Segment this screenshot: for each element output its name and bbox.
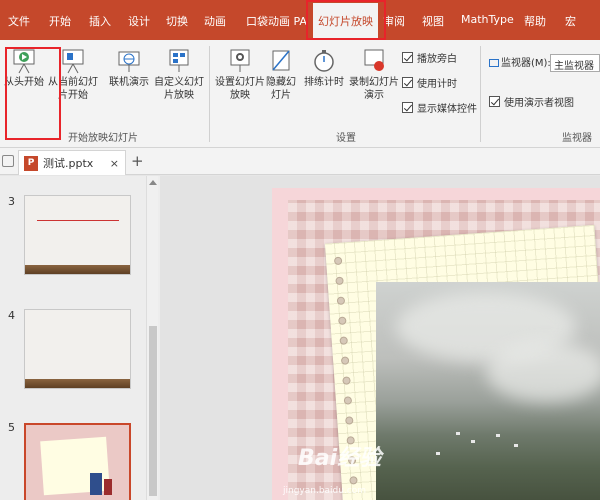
paper-hole: [349, 476, 358, 485]
group-label-monitors: 监视器: [562, 133, 592, 144]
highlight-box-tab: [306, 0, 386, 40]
slide-thumbnail[interactable]: [24, 195, 131, 275]
paper-hole: [345, 416, 354, 425]
paper-hole: [343, 396, 353, 405]
custom-show-icon: [166, 48, 192, 74]
document-filename: 测试.pptx: [43, 157, 94, 170]
presenter-view-checkbox[interactable]: 使用演示者视图: [489, 94, 574, 109]
slide-floor: [25, 265, 130, 274]
paper-hole: [336, 296, 346, 306]
hide-slide-icon: [268, 48, 294, 74]
checkbox-checked-icon: [402, 77, 413, 88]
village-house: [496, 434, 500, 437]
tab-help[interactable]: 帮助: [524, 13, 546, 29]
slide-number: 4: [8, 309, 15, 322]
thumbnail-scrollbar[interactable]: [146, 176, 158, 500]
slide-thumbnail[interactable]: [24, 309, 131, 389]
document-tab[interactable]: P 测试.pptx ×: [18, 150, 126, 175]
group-divider: [209, 46, 210, 142]
checkbox-checked-icon: [402, 102, 413, 113]
document-tab-row: P 测试.pptx × +: [0, 148, 600, 175]
slide-number: 5: [8, 421, 15, 434]
use-timings-checkbox[interactable]: 使用计时: [402, 75, 457, 90]
checkbox-checked-icon: [402, 52, 413, 63]
pptx-file-icon: P: [24, 155, 38, 171]
group-label-start: 开始放映幻灯片: [68, 133, 138, 144]
paper-hole: [338, 316, 347, 325]
tab-mathtype[interactable]: MathType: [461, 13, 514, 26]
village-house: [436, 452, 440, 455]
tab-design[interactable]: 设计: [128, 13, 150, 29]
slide-floor: [25, 379, 130, 388]
custom-slideshow-button[interactable]: 自定义幻灯片放映: [150, 48, 208, 102]
baidu-jingyan-watermark: Bai经验: [298, 440, 381, 472]
close-icon[interactable]: ×: [110, 157, 119, 170]
rehearse-timings-button[interactable]: 排练计时: [304, 48, 344, 89]
ribbon-tab-bar: 文件 开始 插入 设计 切换 动画 口袋动画 PA 幻灯片放映 审阅 视图 Ma…: [0, 0, 600, 40]
village-house: [514, 444, 518, 447]
scroll-up-icon[interactable]: [149, 180, 157, 185]
group-label-setup: 设置: [336, 133, 356, 144]
slides-pane-icon[interactable]: [2, 155, 14, 167]
hide-slide-button[interactable]: 隐藏幻灯片: [266, 48, 296, 102]
setup-show-icon: [227, 48, 253, 74]
paper-hole: [342, 376, 351, 385]
slide-number: 3: [8, 195, 15, 208]
village-house: [456, 432, 460, 435]
tab-review[interactable]: 审阅: [383, 13, 405, 29]
paper-hole: [335, 276, 344, 286]
watermark-logo: Bai经验: [298, 446, 382, 471]
tab-pocket-animation[interactable]: 口袋动画 PA: [246, 13, 307, 29]
tab-home[interactable]: 开始: [49, 13, 71, 29]
setup-slideshow-button[interactable]: 设置幻灯片放映: [215, 48, 265, 102]
new-tab-button[interactable]: +: [131, 152, 144, 170]
slide-thumbnail-pane: 3 4 5: [0, 176, 160, 500]
paper-hole: [339, 336, 348, 345]
checkbox-checked-icon: [489, 96, 500, 107]
online-present-button[interactable]: 联机演示: [104, 48, 154, 89]
watermark-url: jingyan.baidu.com: [283, 486, 367, 496]
play-from-current-icon: [60, 48, 86, 74]
group-divider: [480, 46, 481, 142]
paper-hole: [333, 256, 343, 266]
tab-transitions[interactable]: 切换: [166, 13, 188, 29]
highlight-box-from-beginning: [5, 47, 61, 140]
tab-file[interactable]: 文件: [8, 13, 30, 29]
record-icon: [361, 48, 387, 74]
tab-macro[interactable]: 宏: [565, 13, 576, 29]
slide-books: [104, 479, 112, 495]
monitor-icon: [489, 59, 499, 67]
stopwatch-icon: [311, 48, 337, 74]
scrollbar-thumb[interactable]: [149, 326, 157, 496]
globe-icon: [116, 48, 142, 74]
paper-hole: [340, 356, 350, 365]
tab-view[interactable]: 视图: [422, 13, 444, 29]
village-house: [471, 440, 475, 443]
monitor-select[interactable]: 主监视器: [550, 54, 600, 72]
slide-books: [90, 473, 102, 495]
monitor-label: 监视器(M):: [489, 57, 551, 70]
misty-mountain-photo[interactable]: [376, 282, 600, 500]
tab-insert[interactable]: 插入: [89, 13, 111, 29]
ribbon-slideshow: 从头开始 从当前幻灯片开始 联机演示 自定义幻灯片放映 开始放映幻灯片 设置幻灯…: [0, 40, 600, 148]
record-slideshow-button[interactable]: 录制幻灯片演示: [346, 48, 402, 102]
fog: [486, 342, 600, 402]
slide-line: [37, 220, 119, 221]
tab-animations[interactable]: 动画: [204, 13, 226, 29]
narration-checkbox[interactable]: 播放旁白: [402, 50, 457, 65]
show-media-controls-checkbox[interactable]: 显示媒体控件: [402, 100, 477, 115]
slide-thumbnail-selected[interactable]: [24, 423, 131, 500]
